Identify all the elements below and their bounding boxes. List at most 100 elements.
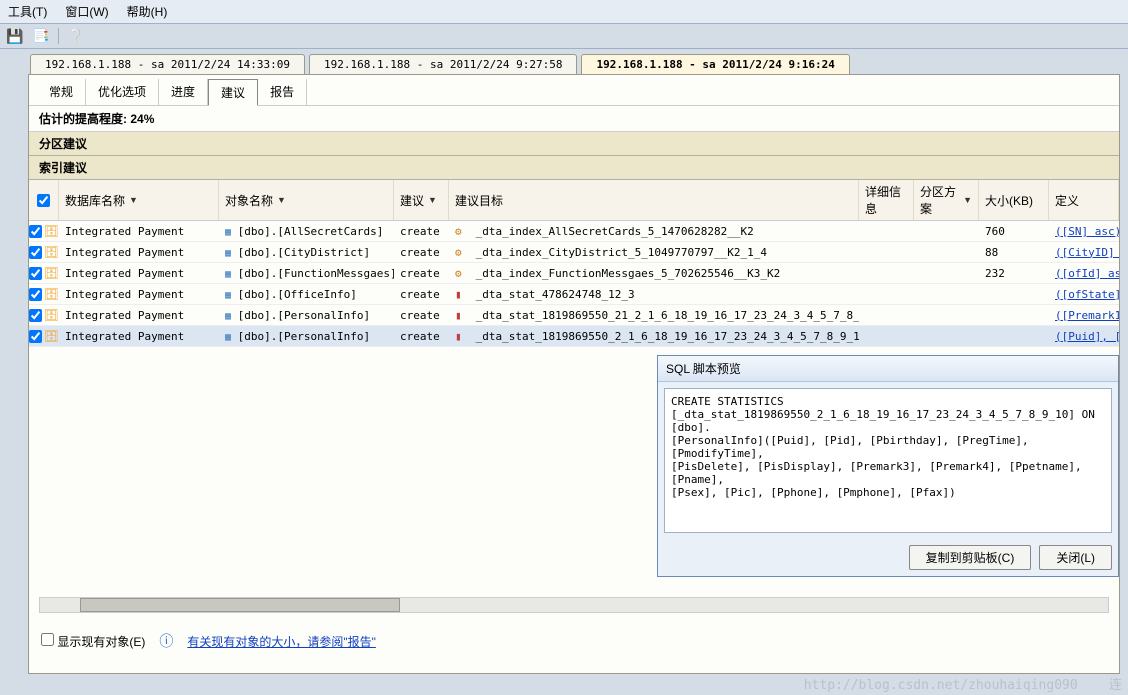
tab-general[interactable]: 常规 [37,79,86,105]
doc-tab-1[interactable]: 192.168.1.188 - sa 2011/2/24 9:27:58 [309,54,577,74]
cell-detail [859,270,914,276]
definition-link[interactable]: ([Premark1], [Puid] [1055,309,1119,322]
index-icon: ⚙ [455,267,469,280]
cell-size: 760 [979,222,1049,241]
cell-obj: ▦ [dbo].[AllSecretCards] [219,222,394,241]
show-existing-checkbox[interactable] [41,633,54,646]
cell-target: ▮ _dta_stat_1819869550_2_1_6_18_19_16_17… [449,327,859,346]
tab-optimize[interactable]: 优化选项 [86,79,159,105]
col-suggest[interactable]: 建议▼ [394,180,449,220]
info-icon: ⓘ [159,631,173,651]
cell-db: Integrated Payment [59,243,219,262]
cell-def: ([SN] asc) [1049,222,1119,241]
col-partition[interactable]: 分区方案▼ [914,180,979,220]
database-icon: 🗄 [44,329,59,343]
save-icon[interactable]: 💾 [6,27,24,45]
cell-suggest: create [394,243,449,262]
tab-progress[interactable]: 进度 [159,79,208,105]
menu-window[interactable]: 窗口(W) [65,3,108,20]
col-def[interactable]: 定义 [1049,180,1119,220]
cell-detail [859,228,914,234]
table-row[interactable]: 🗄Integrated Payment▦ [dbo].[PersonalInfo… [29,326,1119,347]
cell-def: ([Premark1], [Puid] [1049,306,1119,325]
database-icon: 🗄 [44,287,59,301]
cell-size: 88 [979,243,1049,262]
table-row[interactable]: 🗄Integrated Payment▦ [dbo].[OfficeInfo]c… [29,284,1119,305]
footer-row: 显示现有对象(E) ⓘ 有关现有对象的大小，请参阅"报告" [41,631,376,651]
cell-obj: ▦ [dbo].[OfficeInfo] [219,285,394,304]
definition-link[interactable]: ([ofId] asc, [FUMID [1055,267,1119,280]
cell-obj: ▦ [dbo].[FunctionMessgaes] [219,264,394,283]
definition-link[interactable]: ([CityID] asc) incl [1055,246,1119,259]
cell-partition [914,228,979,234]
cell-partition [914,249,979,255]
stats-icon: ▮ [455,309,469,322]
definition-link[interactable]: ([ofState], [ofLogi [1055,288,1119,301]
section-index: 索引建议 [29,156,1119,180]
copy-clipboard-button[interactable]: 复制到剪贴板(C) [909,545,1032,570]
doc-tab-0[interactable]: 192.168.1.188 - sa 2011/2/24 14:33:09 [30,54,305,74]
cell-size [979,333,1049,339]
show-existing-checkbox-label[interactable]: 显示现有对象(E) [41,633,145,650]
cell-target: ⚙ _dta_index_AllSecretCards_5_1470628282… [449,222,859,241]
cell-partition [914,333,979,339]
tab-suggest[interactable]: 建议 [208,79,258,106]
database-icon: 🗄 [44,245,59,259]
help-icon[interactable]: ❔ [67,27,85,45]
col-db[interactable]: 数据库名称▼ [59,180,219,220]
cell-target: ▮ _dta_stat_478624748_12_3 [449,285,859,304]
document-panel: 常规 优化选项 进度 建议 报告 估计的提高程度: 24% 分区建议 索引建议 … [28,74,1120,674]
cell-def: ([CityID] asc) incl [1049,243,1119,262]
sql-preview-body: CREATE STATISTICS [_dta_stat_1819869550_… [664,388,1112,533]
tab-report[interactable]: 报告 [258,79,307,105]
menu-tools[interactable]: 工具(T) [8,3,47,20]
row-checkbox[interactable] [29,267,42,280]
cell-partition [914,312,979,318]
table-row[interactable]: 🗄Integrated Payment▦ [dbo].[PersonalInfo… [29,305,1119,326]
table-row[interactable]: 🗄Integrated Payment▦ [dbo].[FunctionMess… [29,263,1119,284]
report-size-link[interactable]: 有关现有对象的大小，请参阅"报告" [187,633,376,650]
row-checkbox[interactable] [29,330,42,343]
recommendation-grid: 数据库名称▼ 对象名称▼ 建议▼ 建议目标 详细信息 分区方案▼ 大小(KB) … [29,180,1119,347]
definition-link[interactable]: ([SN] asc) [1055,225,1119,238]
watermark: http://blog.csdn.net/zhouhaiqing090 连 [804,674,1122,693]
export-icon[interactable]: 📑 [32,27,50,45]
database-icon: 🗄 [44,224,59,238]
doc-tab-2[interactable]: 192.168.1.188 - sa 2011/2/24 9:16:24 [581,54,849,74]
table-row[interactable]: 🗄Integrated Payment▦ [dbo].[AllSecretCar… [29,221,1119,242]
definition-link[interactable]: ([Puid], [Pid], [Pb [1055,330,1119,343]
database-icon: 🗄 [44,308,59,322]
close-button[interactable]: 关闭(L) [1039,545,1112,570]
database-icon: 🗄 [44,266,59,280]
menu-help[interactable]: 帮助(H) [127,3,168,20]
horizontal-scrollbar[interactable] [39,597,1109,613]
select-all-checkbox[interactable] [37,194,50,207]
row-checkbox[interactable] [29,225,42,238]
inner-tabs: 常规 优化选项 进度 建议 报告 [29,75,1119,106]
cell-suggest: create [394,264,449,283]
cell-partition [914,270,979,276]
col-target[interactable]: 建议目标 [449,180,859,220]
menubar: 工具(T) 窗口(W) 帮助(H) [0,0,1128,24]
cell-obj: ▦ [dbo].[PersonalInfo] [219,306,394,325]
row-checkbox[interactable] [29,309,42,322]
cell-detail [859,291,914,297]
estimate-value: 24% [130,112,154,126]
cell-target: ⚙ _dta_index_FunctionMessgaes_5_70262554… [449,264,859,283]
cell-detail [859,249,914,255]
col-size[interactable]: 大小(KB) [979,180,1049,220]
cell-size [979,291,1049,297]
toolbar: 💾 📑 ❔ [0,24,1128,49]
cell-obj: ▦ [dbo].[CityDistrict] [219,243,394,262]
estimate-label: 估计的提高程度: [39,112,127,126]
cell-db: Integrated Payment [59,264,219,283]
col-detail[interactable]: 详细信息 [859,180,914,220]
cell-suggest: create [394,285,449,304]
section-partition: 分区建议 [29,132,1119,156]
row-checkbox[interactable] [29,246,42,259]
cell-def: ([ofState], [ofLogi [1049,285,1119,304]
row-checkbox[interactable] [29,288,42,301]
scrollbar-thumb[interactable] [80,598,400,612]
table-row[interactable]: 🗄Integrated Payment▦ [dbo].[CityDistrict… [29,242,1119,263]
col-obj[interactable]: 对象名称▼ [219,180,394,220]
